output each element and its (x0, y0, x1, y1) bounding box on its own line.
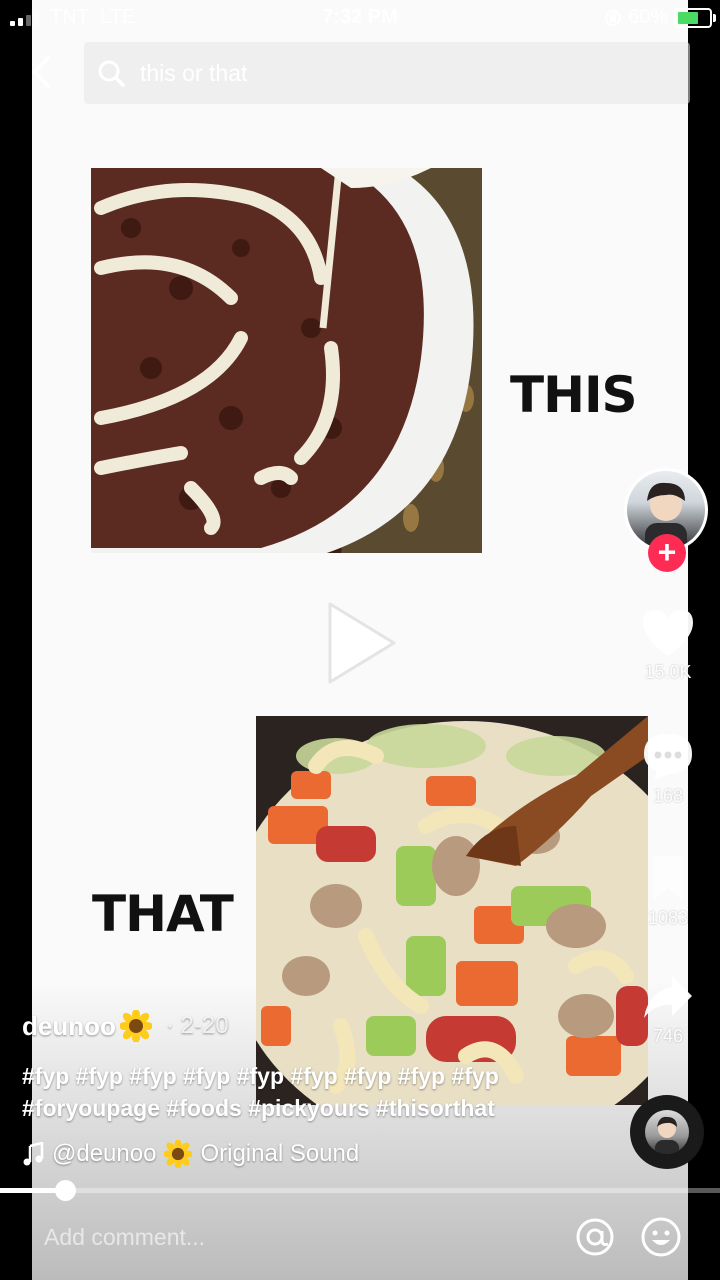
follow-button[interactable]: + (648, 534, 686, 572)
playback-progress[interactable] (0, 1180, 720, 1201)
sound-title: Original Sound (200, 1140, 360, 1167)
like-count: 15.0K (644, 662, 692, 682)
sound-link[interactable]: @deunoo Original Sound (22, 1140, 622, 1168)
search-icon (98, 60, 125, 87)
that-label: THAT (92, 885, 234, 943)
share-button[interactable]: 746 (628, 972, 708, 1047)
hashtags[interactable]: #fyp #fyp #fyp #fyp #fyp #fyp #fyp #fyp … (22, 1060, 622, 1124)
sunflower-icon (164, 1140, 193, 1168)
caption: deunoo · 2-20 #fyp #fyp #fyp #fyp #fyp #… (22, 1010, 622, 1168)
sunflower-icon (119, 1010, 152, 1042)
search-bar[interactable]: this or that (84, 42, 690, 104)
emoji-icon[interactable] (640, 1216, 682, 1258)
bookmark-icon (654, 856, 682, 900)
username[interactable]: deunoo (22, 1011, 116, 1042)
status-bar: TNT LTE 7:32 PM 60% (0, 0, 720, 36)
this-label: THIS (510, 366, 638, 424)
comment-icon (644, 734, 692, 780)
save-button[interactable]: 1083 (628, 852, 708, 929)
at-icon[interactable] (574, 1216, 616, 1258)
share-icon (644, 976, 692, 1018)
back-arrow-icon[interactable] (22, 52, 62, 92)
sound-disc[interactable] (630, 1095, 704, 1169)
share-count: 746 (652, 1026, 684, 1046)
comment-button[interactable]: 168 (628, 730, 708, 807)
sound-author: @deunoo (52, 1140, 157, 1167)
orientation-lock-icon (604, 9, 621, 26)
music-note-icon (23, 1142, 44, 1166)
comment-count: 168 (652, 786, 684, 806)
post-date: · 2-20 (165, 1012, 229, 1039)
comment-input[interactable]: Add comment... (44, 1224, 205, 1251)
this-food-image (91, 168, 482, 553)
heart-icon (643, 610, 693, 656)
comment-bar[interactable]: Add comment... (0, 1198, 720, 1280)
like-button[interactable]: 15.0K (628, 606, 708, 683)
battery-icon (674, 7, 716, 28)
search-input[interactable]: this or that (140, 60, 247, 87)
save-count: 1083 (647, 908, 689, 928)
battery-percent: 60% (627, 6, 668, 28)
play-icon[interactable] (322, 598, 402, 688)
